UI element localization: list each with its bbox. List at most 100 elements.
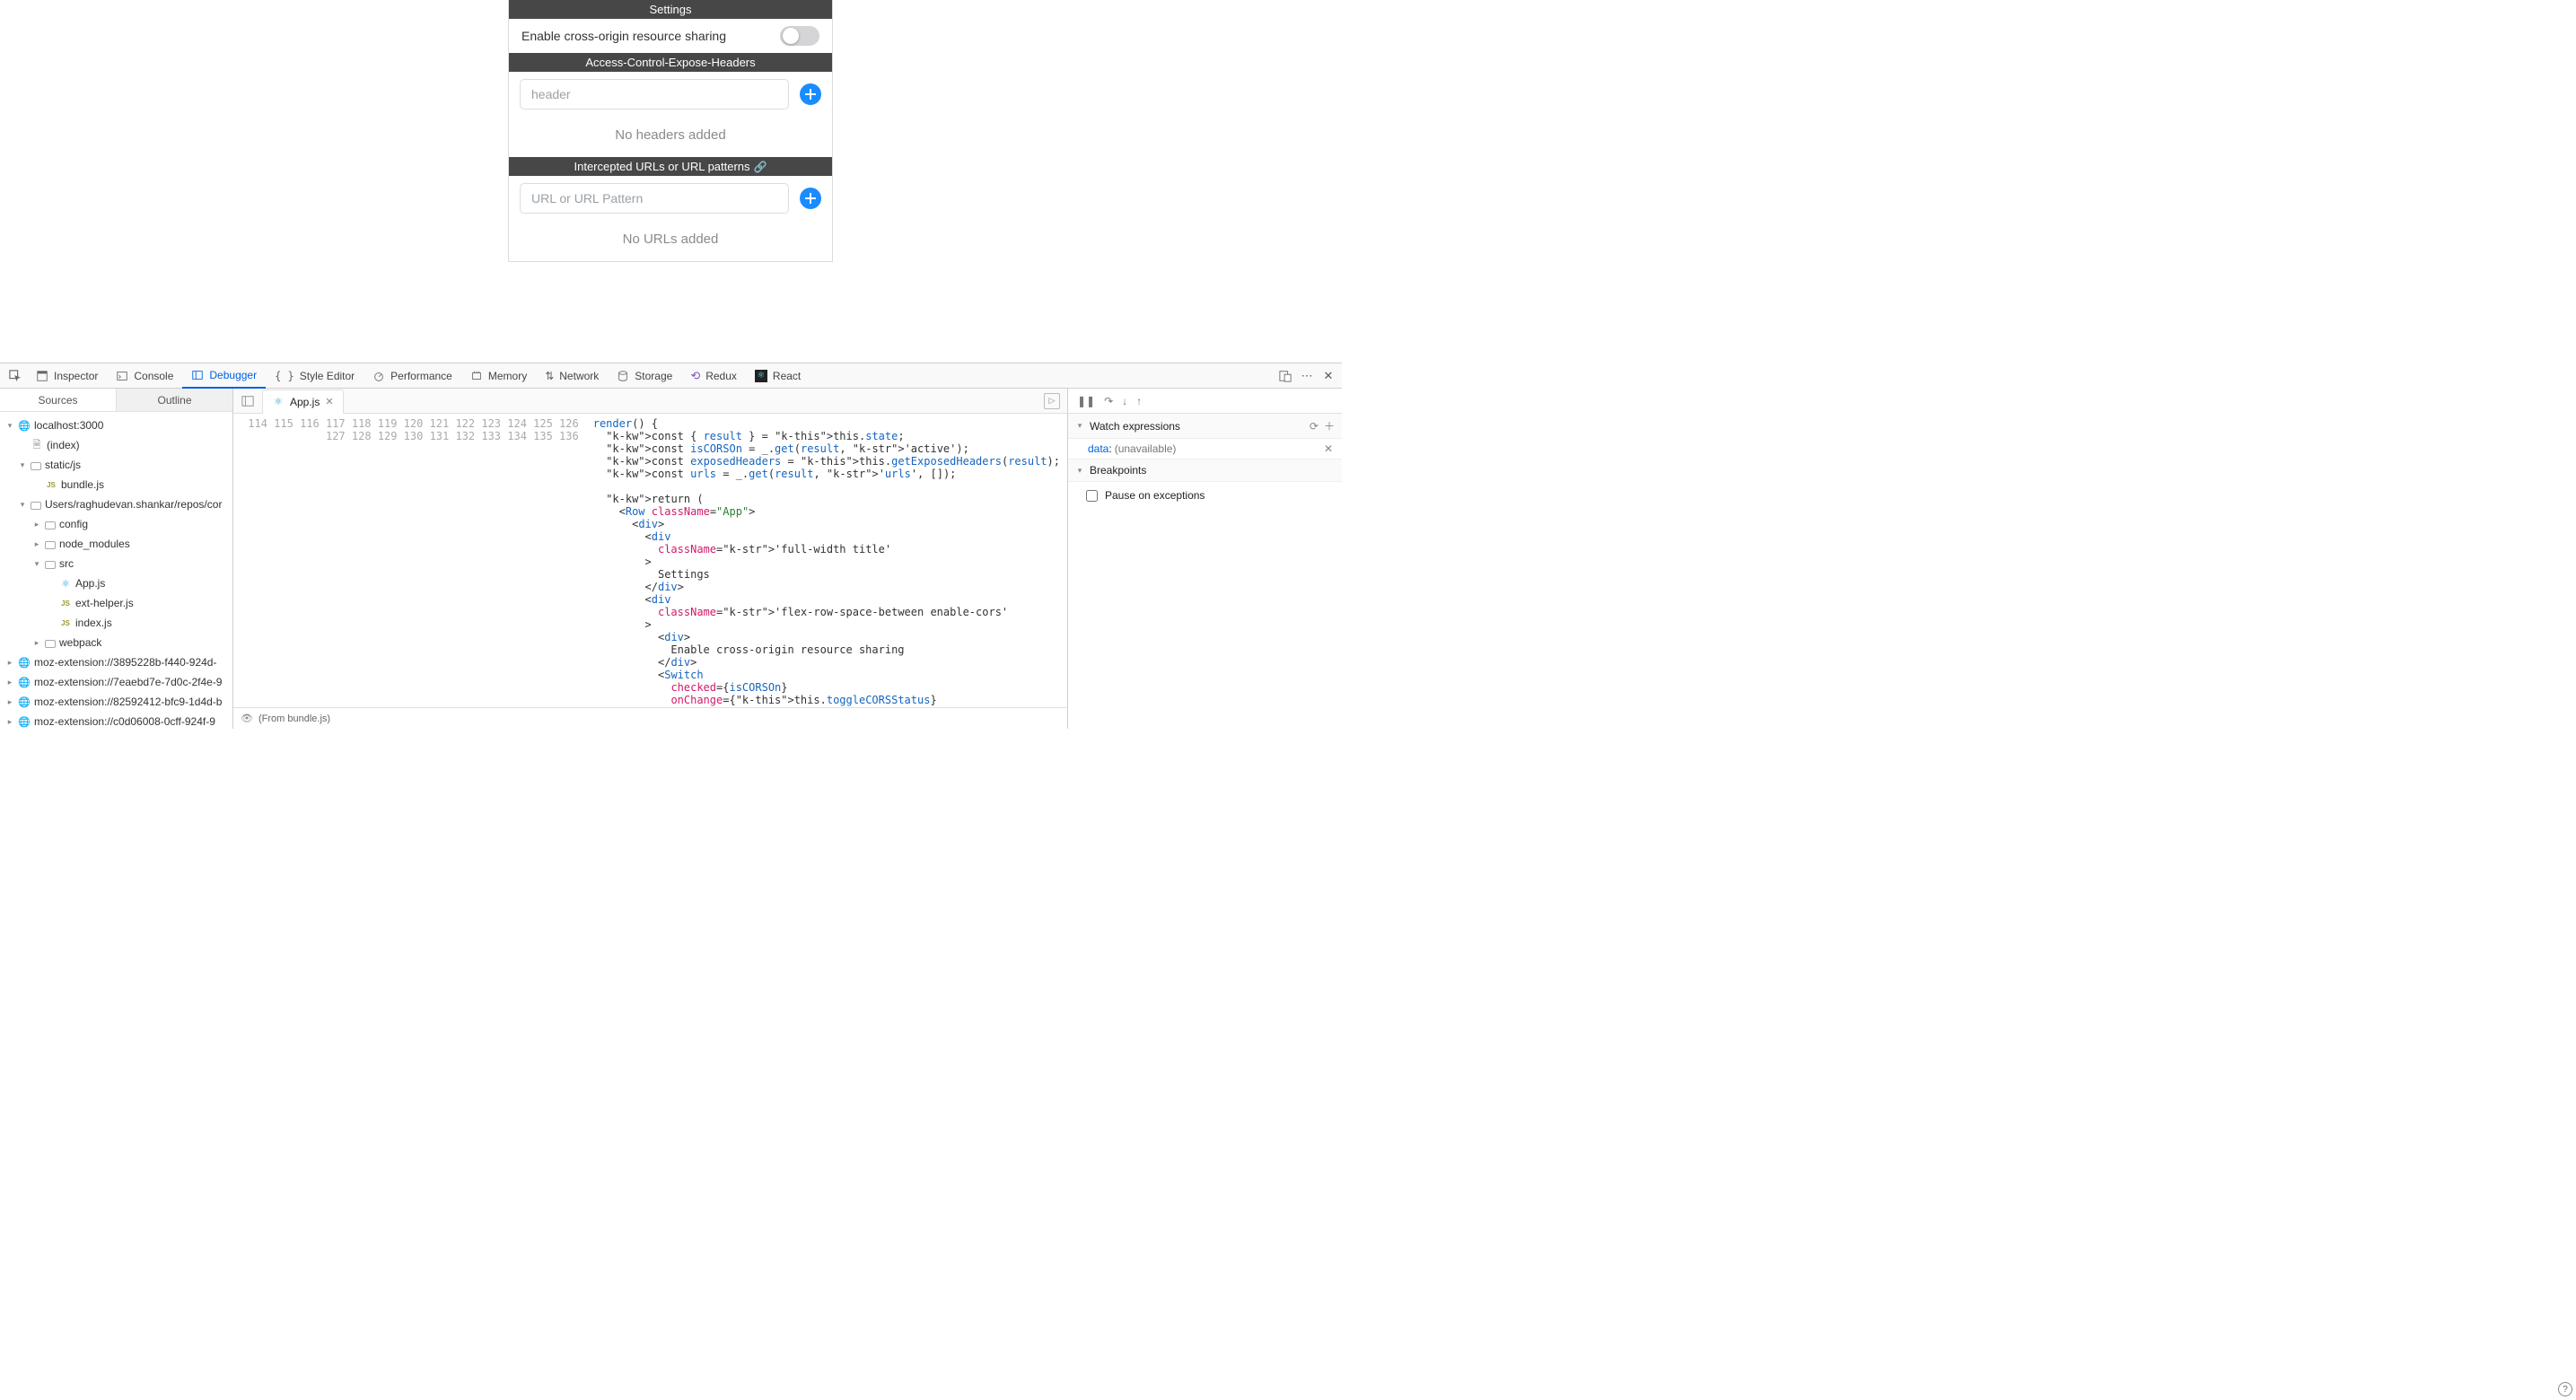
js-icon: JS <box>59 597 72 609</box>
tree-label: App.js <box>75 577 105 590</box>
tree-label: src <box>59 557 74 570</box>
tab-outline[interactable]: Outline <box>116 389 232 411</box>
tree-item[interactable]: ▾src <box>0 554 232 573</box>
tab-sources[interactable]: Sources <box>0 389 116 411</box>
tree-item[interactable]: ▾Users/raghudevan.shankar/repos/cor <box>0 494 232 514</box>
tree-label: Users/raghudevan.shankar/repos/cor <box>45 498 222 511</box>
watch-item[interactable]: data: (unavailable) ✕ <box>1068 439 1342 459</box>
editor-tab-label: App.js <box>290 396 320 408</box>
add-header-button[interactable] <box>800 83 821 105</box>
link-icon: 🔗 <box>754 161 767 173</box>
tree-item[interactable]: ▸config <box>0 514 232 534</box>
expose-headers-title: Access-Control-Expose-Headers <box>509 53 832 72</box>
debugger-controls: ❚❚ ↷ ↓ ↑ <box>1068 389 1342 414</box>
folder-icon <box>31 462 41 470</box>
pause-icon[interactable]: ❚❚ <box>1077 395 1095 407</box>
header-input[interactable] <box>520 79 789 109</box>
globe-icon <box>18 656 31 669</box>
tree-item[interactable]: ▸moz-extension://82592412-bfc9-1d4d-b <box>0 692 232 712</box>
tree-item[interactable]: ▸moz-extension://3895228b-f440-924d- <box>0 652 232 672</box>
tree-item[interactable]: App.js <box>0 573 232 593</box>
kebab-menu-icon[interactable]: ⋯ <box>1299 368 1315 384</box>
tree-item[interactable]: ▸webpack <box>0 633 232 652</box>
watch-item-value: (unavailable) <box>1115 442 1177 455</box>
tab-console[interactable]: Console <box>107 363 182 389</box>
run-to-icon[interactable]: ▷ <box>1044 393 1060 409</box>
no-headers-text: No headers added <box>509 117 832 157</box>
debugger-side-pane: ❚❚ ↷ ↓ ↑ ▾ Watch expressions ⟳ ＋ data: (… <box>1068 389 1342 729</box>
cors-row: Enable cross-origin resource sharing <box>509 19 832 53</box>
close-devtools-icon[interactable]: ✕ <box>1320 368 1336 384</box>
tree-item[interactable]: ▾localhost:3000 <box>0 416 232 435</box>
tree-label: moz-extension://7eaebd7e-7d0c-2f4e-9 <box>34 676 222 688</box>
cors-label: Enable cross-origin resource sharing <box>521 29 726 43</box>
element-picker-icon[interactable] <box>5 366 25 386</box>
tree-label: bundle.js <box>61 478 104 491</box>
no-urls-text: No URLs added <box>509 221 832 261</box>
editor-footer: (From bundle.js) <box>233 707 1067 729</box>
pause-on-exceptions-row[interactable]: Pause on exceptions <box>1068 482 1342 509</box>
tab-performance[interactable]: Performance <box>364 363 461 389</box>
settings-panel: Settings Enable cross-origin resource sh… <box>508 0 833 262</box>
tab-react[interactable]: ⚛React <box>746 363 810 389</box>
cors-toggle[interactable] <box>780 26 819 46</box>
tab-inspector[interactable]: Inspector <box>27 363 107 389</box>
tree-label: moz-extension://c0d06008-0cff-924f-9 <box>34 715 215 728</box>
refresh-watch-icon[interactable]: ⟳ <box>1310 420 1319 433</box>
code-area[interactable]: 114 115 116 117 118 119 120 121 122 123 … <box>233 414 1067 707</box>
eye-icon[interactable] <box>241 713 253 724</box>
js-icon: JS <box>45 478 57 491</box>
source-origin-label: (From bundle.js) <box>258 713 330 724</box>
source-tree[interactable]: ▾localhost:3000 (index) ▾static/js JS bundle… <box>0 412 232 729</box>
tree-label: (index) <box>47 439 80 451</box>
app-viewport: Settings Enable cross-origin resource sh… <box>0 0 1342 363</box>
globe-icon <box>18 696 31 708</box>
tab-storage[interactable]: Storage <box>608 363 681 389</box>
folder-icon <box>45 640 56 648</box>
folder-icon <box>31 502 41 510</box>
settings-title: Settings <box>509 0 832 19</box>
tab-memory[interactable]: Memory <box>461 363 536 389</box>
editor-tab-app-js[interactable]: App.js ✕ <box>262 389 344 414</box>
file-icon <box>31 439 43 451</box>
tab-redux[interactable]: ⟲Redux <box>681 363 746 389</box>
step-over-icon[interactable]: ↷ <box>1104 395 1113 407</box>
step-out-icon[interactable]: ↑ <box>1136 395 1142 407</box>
tree-item[interactable]: JSext-helper.js <box>0 593 232 613</box>
step-in-icon[interactable]: ↓ <box>1122 395 1127 407</box>
tree-item[interactable]: JSindex.js <box>0 613 232 633</box>
code-content[interactable]: render() { "k-kw">const { result } = "k-… <box>586 414 1067 707</box>
add-watch-icon[interactable]: ＋ <box>1324 418 1335 433</box>
pause-on-exceptions-label: Pause on exceptions <box>1105 489 1205 502</box>
devtools-body: Sources Outline ▾localhost:3000 (index) ▾s… <box>0 389 1342 729</box>
tab-style-editor[interactable]: { }Style Editor <box>266 363 364 389</box>
add-url-button[interactable] <box>800 188 821 209</box>
help-icon[interactable]: ? <box>2558 1382 2572 1396</box>
tree-item[interactable]: ▸moz-extension://c0d06008-0cff-924f-9 <box>0 712 232 729</box>
tree-item[interactable]: ▾static/js <box>0 455 232 475</box>
tree-label: moz-extension://3895228b-f440-924d- <box>34 656 216 669</box>
js-icon: JS <box>59 617 72 629</box>
devtools-panel: InspectorConsoleDebugger{ }Style EditorP… <box>0 363 1342 729</box>
globe-icon <box>18 676 31 688</box>
remove-watch-icon[interactable]: ✕ <box>1324 442 1333 455</box>
urls-title: Intercepted URLs or URL patterns🔗 <box>509 157 832 176</box>
tab-debugger[interactable]: Debugger <box>182 363 266 389</box>
tree-item[interactable]: ▸node_modules <box>0 534 232 554</box>
tab-network[interactable]: ⇅Network <box>536 363 608 389</box>
tree-item[interactable]: JS bundle.js <box>0 475 232 494</box>
tree-label: localhost:3000 <box>34 419 103 432</box>
react-icon <box>59 577 72 590</box>
close-tab-icon[interactable]: ✕ <box>325 396 333 407</box>
collapse-sidebar-icon[interactable] <box>237 390 258 412</box>
breakpoints-header[interactable]: ▾ Breakpoints <box>1068 459 1342 482</box>
pause-on-exceptions-checkbox[interactable] <box>1086 490 1098 502</box>
react-icon <box>272 396 285 408</box>
tree-label: node_modules <box>59 538 130 550</box>
tree-item[interactable]: ▸moz-extension://7eaebd7e-7d0c-2f4e-9 <box>0 672 232 692</box>
responsive-mode-icon[interactable] <box>1277 368 1293 384</box>
tree-label: index.js <box>75 617 112 629</box>
watch-expressions-header[interactable]: ▾ Watch expressions ⟳ ＋ <box>1068 414 1342 439</box>
tree-item[interactable]: (index) <box>0 435 232 455</box>
url-input[interactable] <box>520 183 789 214</box>
